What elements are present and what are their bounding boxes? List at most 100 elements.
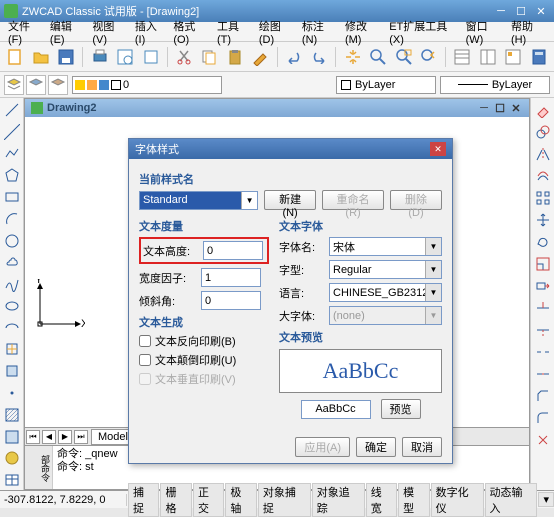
doc-maximize-button[interactable]: ☐: [493, 102, 507, 114]
zoom-window-button[interactable]: [392, 45, 414, 69]
height-input[interactable]: [203, 241, 263, 260]
layer-selector[interactable]: 0: [72, 76, 222, 94]
scale-tool[interactable]: [533, 254, 553, 274]
dialog-close-button[interactable]: ✕: [430, 142, 446, 156]
menu-modify[interactable]: 修改(M): [341, 16, 385, 48]
menu-dimension[interactable]: 标注(N): [298, 16, 341, 48]
preview-button[interactable]: 预览: [381, 399, 421, 419]
xline-tool[interactable]: [2, 122, 22, 142]
join-tool[interactable]: [533, 364, 553, 384]
menu-window[interactable]: 窗口(W): [462, 16, 507, 48]
menu-et[interactable]: ET扩展工具(X): [385, 16, 461, 48]
doc-minimize-button[interactable]: ─: [477, 102, 491, 114]
menu-view[interactable]: 视图(V): [88, 16, 130, 48]
circle-tool[interactable]: [2, 231, 22, 251]
ellipse-tool[interactable]: [2, 296, 22, 316]
pan-button[interactable]: [341, 45, 363, 69]
make-block-tool[interactable]: [2, 361, 22, 381]
offset-tool[interactable]: [533, 166, 553, 186]
properties-button[interactable]: [451, 45, 473, 69]
coordinate-display[interactable]: -307.8122, 7.8229, 0: [0, 494, 127, 506]
array-tool[interactable]: [533, 188, 553, 208]
preview-input[interactable]: [301, 400, 371, 419]
model-toggle[interactable]: 模型: [398, 483, 429, 517]
tool-palettes-button[interactable]: [502, 45, 524, 69]
menu-help[interactable]: 帮助(H): [507, 16, 550, 48]
tablet-toggle[interactable]: 数字化仪: [431, 483, 484, 517]
extend-tool[interactable]: [533, 320, 553, 340]
menu-tools[interactable]: 工具(T): [213, 16, 255, 48]
menu-format[interactable]: 格式(O): [169, 16, 213, 48]
language-select[interactable]: CHINESE_GB2312▼: [329, 283, 442, 302]
spline-tool[interactable]: [2, 274, 22, 294]
ok-button[interactable]: 确定: [356, 437, 396, 457]
zoom-previous-button[interactable]: [418, 45, 440, 69]
width-input[interactable]: [201, 268, 261, 287]
grid-toggle[interactable]: 栅格: [160, 483, 191, 517]
lineweight-toggle[interactable]: 线宽: [366, 483, 397, 517]
stretch-tool[interactable]: [533, 276, 553, 296]
oblique-input[interactable]: [201, 291, 261, 310]
copy-tool[interactable]: [533, 122, 553, 142]
linetype-selector[interactable]: ByLayer: [440, 76, 550, 94]
tab-first-button[interactable]: ⏮: [26, 430, 40, 444]
layer-manager-button[interactable]: [4, 75, 24, 95]
move-tool[interactable]: [533, 210, 553, 230]
style-name-select[interactable]: Standard ▼: [139, 191, 258, 210]
dialog-titlebar[interactable]: 字体样式 ✕: [129, 139, 452, 159]
otrack-toggle[interactable]: 对象追踪: [312, 483, 365, 517]
matchprop-button[interactable]: [249, 45, 271, 69]
status-menu-button[interactable]: ▾: [538, 492, 554, 507]
save-button[interactable]: [55, 45, 77, 69]
line-tool[interactable]: [2, 100, 22, 120]
doc-close-button[interactable]: ✕: [509, 102, 523, 114]
menu-insert[interactable]: 插入(I): [131, 16, 169, 48]
zoom-realtime-button[interactable]: [367, 45, 389, 69]
polar-toggle[interactable]: 极轴: [225, 483, 256, 517]
rename-style-button[interactable]: 重命名(R): [322, 190, 384, 210]
calculator-button[interactable]: [528, 45, 550, 69]
redo-button[interactable]: [308, 45, 330, 69]
rotate-tool[interactable]: [533, 232, 553, 252]
chamfer-tool[interactable]: [533, 386, 553, 406]
fillet-tool[interactable]: [533, 408, 553, 428]
upsidedown-checkbox[interactable]: 文本颠倒印刷(U): [139, 352, 269, 368]
print-button[interactable]: [88, 45, 110, 69]
trim-tool[interactable]: [533, 298, 553, 318]
menu-edit[interactable]: 编辑(E): [46, 16, 88, 48]
osnap-toggle[interactable]: 对象捕捉: [258, 483, 311, 517]
publish-button[interactable]: [139, 45, 161, 69]
delete-style-button[interactable]: 删除(D): [390, 190, 442, 210]
hatch-tool[interactable]: [2, 405, 22, 425]
insert-block-tool[interactable]: [2, 340, 22, 360]
gradient-tool[interactable]: [2, 427, 22, 447]
ellipse-arc-tool[interactable]: [2, 318, 22, 338]
polyline-tool[interactable]: [2, 144, 22, 164]
menu-file[interactable]: 文件(F): [4, 16, 46, 48]
new-style-button[interactable]: 新建(N): [264, 190, 316, 210]
color-selector[interactable]: ByLayer: [336, 76, 436, 94]
ortho-toggle[interactable]: 正交: [193, 483, 224, 517]
layer-previous-button[interactable]: [48, 75, 68, 95]
new-file-button[interactable]: [4, 45, 26, 69]
tab-last-button[interactable]: ⏭: [74, 430, 88, 444]
explode-tool[interactable]: [533, 430, 553, 450]
break-tool[interactable]: [533, 342, 553, 362]
tab-prev-button[interactable]: ◀: [42, 430, 56, 444]
layer-states-button[interactable]: [26, 75, 46, 95]
fontname-select[interactable]: 宋体▼: [329, 237, 442, 256]
dyn-input-toggle[interactable]: 动态输入: [485, 483, 538, 517]
arc-tool[interactable]: [2, 209, 22, 229]
backward-checkbox[interactable]: 文本反向印刷(B): [139, 333, 269, 349]
snap-toggle[interactable]: 捕捉: [128, 483, 159, 517]
mirror-tool[interactable]: [533, 144, 553, 164]
point-tool[interactable]: [2, 383, 22, 403]
menu-draw[interactable]: 绘图(D): [255, 16, 298, 48]
rectangle-tool[interactable]: [2, 187, 22, 207]
copy-button[interactable]: [198, 45, 220, 69]
open-file-button[interactable]: [29, 45, 51, 69]
cancel-button[interactable]: 取消: [402, 437, 442, 457]
apply-button[interactable]: 应用(A): [295, 437, 350, 457]
paste-button[interactable]: [224, 45, 246, 69]
table-tool[interactable]: [2, 470, 22, 490]
